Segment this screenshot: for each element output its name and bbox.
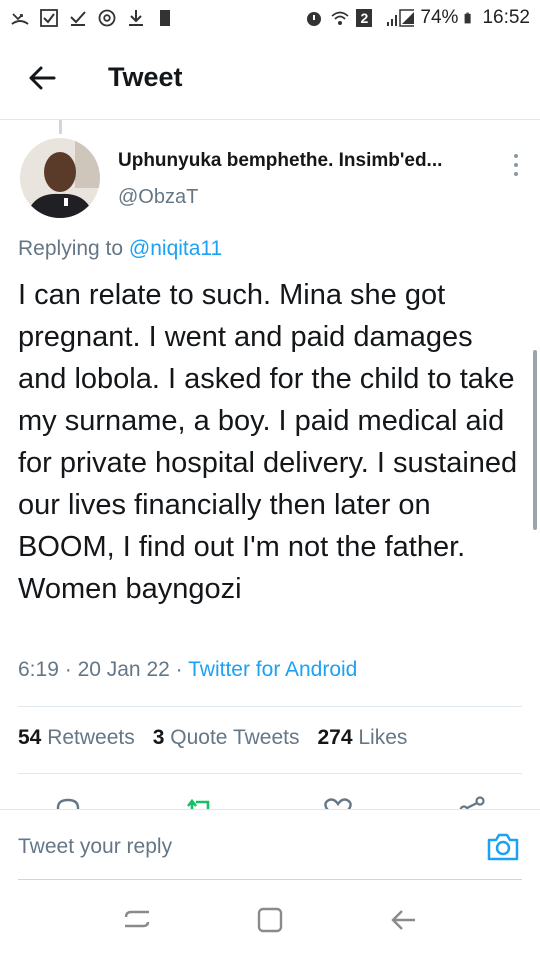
tweet-date: 20 Jan 22 [77, 658, 170, 681]
battery-icon [465, 12, 472, 24]
recents-button[interactable] [117, 900, 157, 940]
meta-separator: · [64, 658, 72, 681]
replying-to: Replying to @niqita11 [18, 237, 222, 261]
avatar[interactable] [20, 138, 100, 218]
download-icon [129, 10, 143, 26]
system-nav-bar [0, 880, 540, 960]
like-icon[interactable] [322, 794, 354, 810]
retweets-stat[interactable]: 54 Retweets [18, 726, 135, 750]
page-title: Tweet [108, 62, 183, 92]
home-icon [257, 907, 283, 933]
replying-prefix: Replying to [18, 237, 124, 260]
quotes-count: 3 [152, 726, 165, 749]
app-bar: Tweet [0, 36, 540, 120]
download-done-icon [70, 11, 86, 26]
tweet-source-link[interactable]: Twitter for Android [188, 658, 357, 681]
likes-count: 274 [317, 726, 353, 749]
back-button[interactable] [0, 36, 84, 120]
retweet-icon[interactable] [184, 794, 216, 810]
status-bar-right: 2 74% 16:52 [304, 7, 530, 29]
retweets-count: 54 [18, 726, 42, 749]
more-vertical-icon [514, 154, 518, 158]
thread-connector-line [59, 120, 62, 134]
status-bar: 2 74% 16:52 [0, 0, 540, 36]
more-options-button[interactable] [504, 150, 528, 180]
tweet-time: 6:19 [18, 658, 59, 681]
missed-call-icon [11, 13, 29, 25]
alarm-icon [307, 12, 322, 26]
meta-separator: · [175, 658, 183, 681]
system-back-button[interactable] [383, 900, 423, 940]
likes-label: Likes [358, 726, 408, 749]
quote-tweets-stat[interactable]: 3 Quote Tweets [153, 726, 300, 750]
quotes-label: Quote Tweets [170, 726, 300, 749]
signal-icon [387, 9, 415, 27]
arrow-left-icon [29, 66, 56, 89]
divider [18, 773, 522, 774]
replying-to-handle-link[interactable]: @niqita11 [129, 237, 222, 260]
recents-icon [124, 910, 149, 928]
settings-icon [98, 9, 116, 27]
tweet-text: I can relate to such. Mina she got pregn… [18, 279, 518, 605]
divider [18, 706, 522, 707]
wifi-icon [331, 11, 350, 25]
retweets-label: Retweets [47, 726, 135, 749]
status-bar-left-icons [10, 8, 175, 28]
tweet-actions [0, 790, 540, 810]
battery-percent: 74% [420, 7, 459, 28]
clock: 16:52 [482, 7, 530, 28]
reply-input[interactable] [18, 830, 458, 864]
tweet-stats: 54 Retweets 3 Quote Tweets 274 Likes [18, 726, 407, 750]
likes-stat[interactable]: 274 Likes [317, 726, 407, 750]
checkbox-icon [40, 9, 58, 27]
reply-icon[interactable] [52, 794, 84, 810]
sd-card-icon [160, 10, 170, 26]
tweet-author: Uphunyuka bemphethe. Insimb'ed... @ObzaT [18, 136, 528, 222]
author-name[interactable]: Uphunyuka bemphethe. Insimb'ed... [118, 150, 442, 172]
back-icon [391, 910, 416, 930]
camera-icon[interactable] [486, 832, 520, 862]
share-icon[interactable] [456, 794, 488, 810]
scrollbar-thumb[interactable] [533, 350, 537, 530]
sim-badge: 2 [356, 9, 373, 27]
author-handle[interactable]: @ObzaT [118, 186, 198, 209]
home-button[interactable] [250, 900, 290, 940]
tweet-meta: 6:19 · 20 Jan 22 · Twitter for Android [18, 658, 357, 682]
reply-bar [0, 809, 540, 881]
